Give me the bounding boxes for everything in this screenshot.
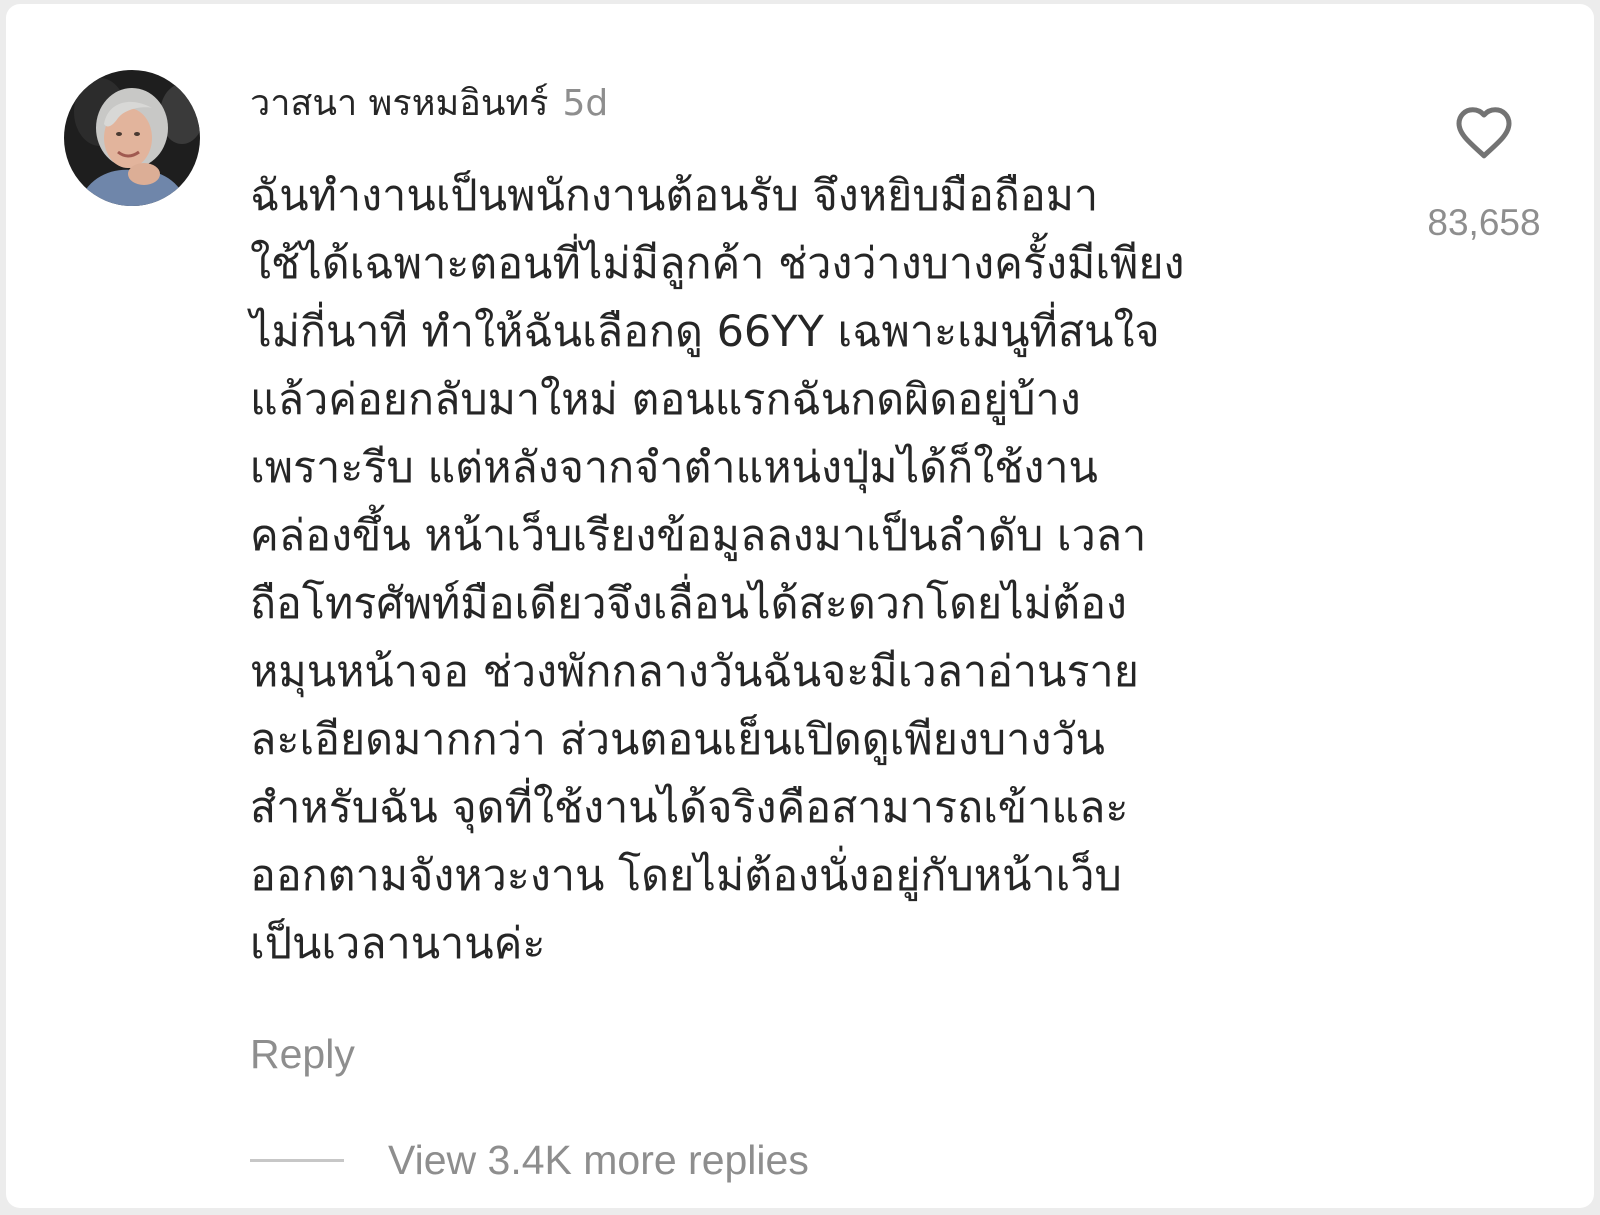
username[interactable]: วาสนา พรหมอินทร์ [250,83,549,124]
comment-text-line: ฉันทำงานเป็นพนักงานต้อนรับ จึงหยิบมือถือ… [250,171,1099,221]
comment-text-line: ถือโทรศัพท์มือเดียวจึงเลื่อนได้สะดวกโดยไ… [250,579,1127,629]
comment-text-line: แล้วค่อยกลับมาใหม่ ตอนแรกฉันกดผิดอยู่บ้า… [250,375,1081,425]
view-replies-label: View 3.4K more replies [388,1137,809,1183]
comment-text-line: เพราะรีบ แต่หลังจากจำตำแหน่งปุ่มได้ก็ใช้… [250,443,1098,493]
comment-text-line: ออกตามจังหวะงาน โดยไม่ต้องนั่งอยู่กับหน้… [250,851,1122,901]
replies-divider [250,1158,344,1162]
comment-text: ฉันทำงานเป็นพนักงานต้อนรับ จึงหยิบมือถือ… [250,162,1370,978]
comment-text-line: คล่องขึ้น หน้าเว็บเรียงข้อมูลลงมาเป็นลำด… [250,511,1147,561]
comment-text-line: ใช้ได้เฉพาะตอนที่ไม่มีลูกค้า ช่วงว่างบาง… [250,239,1185,289]
like-count: 83,658 [1427,202,1541,243]
comment-card: วาสนา พรหมอินทร์ 5d ฉันทำงานเป็นพนักงานต้… [6,4,1594,1208]
comment-header: วาสนา พรหมอินทร์ 5d [250,74,608,134]
heart-outline-icon [1456,107,1512,159]
like-button[interactable] [1454,104,1514,160]
comment-text-line: ละเอียดมากกว่า ส่วนตอนเย็นเปิดดูเพียงบาง… [250,715,1105,765]
user-avatar[interactable] [64,70,200,206]
comment-text-line: สำหรับฉัน จุดที่ใช้งานได้จริงคือสามารถเข… [250,783,1129,833]
comment-text-line: เป็นเวลานานค่ะ [250,919,546,969]
comment-text-line: ไม่กี่นาที ทำให้ฉันเลือกดู 66YY เฉพาะเมน… [250,307,1160,357]
view-replies-button[interactable]: View 3.4K more replies [250,1132,809,1188]
reply-button[interactable]: Reply [250,1026,355,1082]
comment-text-line: หมุนหน้าจอ ช่วงพักกลางวันฉันจะมีเวลาอ่าน… [250,647,1139,697]
comment-timestamp: 5d [562,83,609,124]
avatar-photo [64,70,200,206]
